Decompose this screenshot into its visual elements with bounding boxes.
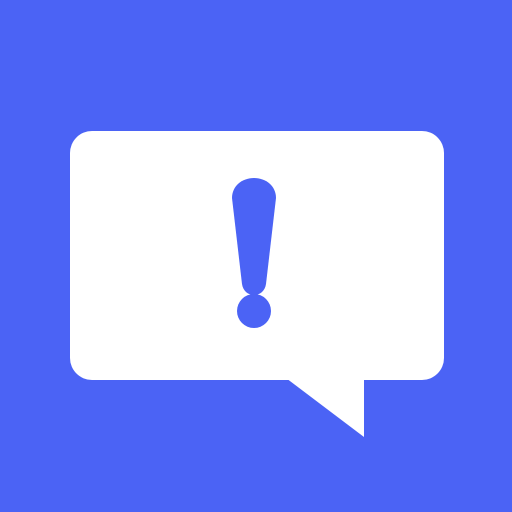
exclamation-icon — [232, 178, 276, 328]
alert-message-icon — [0, 0, 512, 512]
app-icon — [0, 0, 512, 512]
exclamation-dot — [237, 294, 271, 328]
